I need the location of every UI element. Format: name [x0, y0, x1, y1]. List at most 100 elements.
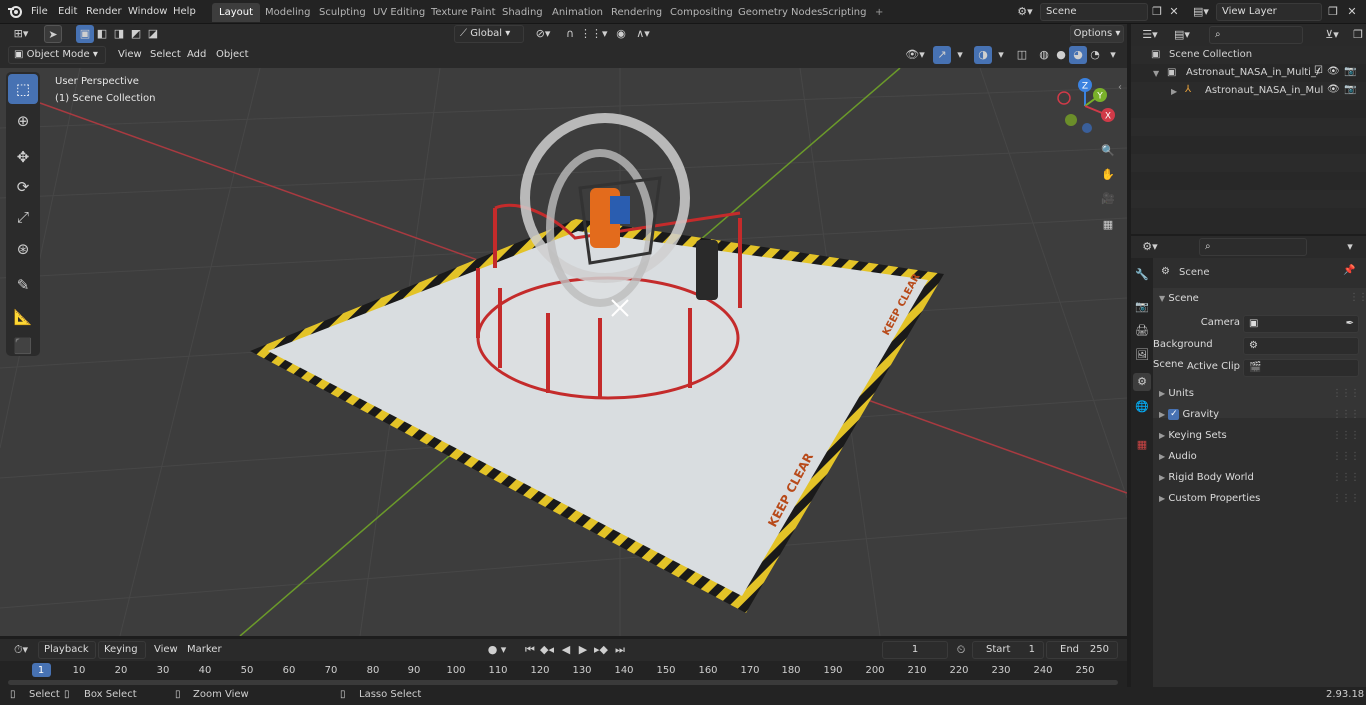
tab-layout[interactable]: Layout: [212, 3, 260, 22]
current-frame-field[interactable]: 1: [882, 641, 948, 659]
tab-texture-paint[interactable]: Texture Paint: [424, 3, 503, 22]
timeline-scrollbar[interactable]: [8, 680, 1118, 685]
outliner-editor-icon[interactable]: ☰▾: [1137, 26, 1163, 44]
tab-modeling[interactable]: Modeling: [258, 3, 318, 22]
scale-tool-icon[interactable]: ⤢: [8, 202, 38, 232]
eye-icon[interactable]: 👁: [1327, 84, 1340, 95]
pan-hand-icon[interactable]: ✋: [1099, 166, 1117, 184]
select-subtract-icon[interactable]: ◨: [110, 25, 128, 43]
solid-shading-icon[interactable]: ●: [1052, 46, 1070, 64]
expand-icon[interactable]: ▼: [1153, 69, 1159, 78]
overlay-toggle-icon[interactable]: ◑: [974, 46, 992, 64]
eyedropper-icon[interactable]: ✒: [1346, 316, 1354, 332]
menu-render[interactable]: Render: [82, 3, 126, 21]
3d-viewport[interactable]: KEEP CLEAR KEEP CLEAR User Perspective (…: [0, 68, 1127, 636]
record-icon[interactable]: ● ▾: [480, 641, 514, 659]
properties-editor-icon[interactable]: ⚙▾: [1137, 238, 1163, 256]
outliner-row-scene-collection[interactable]: ▣ Scene Collection: [1131, 46, 1366, 64]
delete-scene-icon[interactable]: ✕: [1165, 3, 1183, 21]
wireframe-shading-icon[interactable]: ◍: [1035, 46, 1053, 64]
tab-shading[interactable]: Shading: [495, 3, 550, 22]
keying-dropdown[interactable]: Keying ▾: [98, 641, 146, 671]
expand-icon[interactable]: ▶: [1171, 87, 1177, 96]
view-layer-field[interactable]: View Layer: [1216, 3, 1322, 21]
menu-window[interactable]: Window: [124, 3, 171, 21]
rotate-tool-icon[interactable]: ⟳: [8, 172, 38, 202]
background-scene-field[interactable]: ⚙: [1243, 337, 1359, 355]
start-frame-field[interactable]: Start 1: [972, 641, 1044, 659]
perspective-toggle-icon[interactable]: ▦: [1099, 216, 1117, 234]
outliner-row-collection[interactable]: ▼ ▣ Astronaut_NASA_in_Multi_Axi ☑ 👁 📷: [1131, 64, 1366, 82]
cursor-tool-icon[interactable]: ⊕: [8, 106, 38, 136]
view-layer-tab-icon[interactable]: 🖼: [1133, 346, 1151, 364]
select-extend-icon[interactable]: ◧: [93, 25, 111, 43]
camera-view-icon[interactable]: 🎥: [1099, 190, 1117, 208]
pin-icon[interactable]: 📌: [1343, 265, 1355, 276]
xray-icon[interactable]: ◫: [1013, 46, 1031, 64]
delete-view-layer-icon[interactable]: ✕: [1343, 3, 1361, 21]
play-icon[interactable]: ▶: [574, 641, 592, 659]
texture-tab-icon[interactable]: ▦: [1133, 436, 1151, 454]
properties-search-input[interactable]: ⌕: [1199, 238, 1307, 256]
properties-options-icon[interactable]: ▾: [1341, 238, 1359, 256]
outliner-row-object[interactable]: ▶ ⅄ Astronaut_NASA_in_Mult 👁 📷: [1131, 82, 1366, 100]
tab-animation[interactable]: Animation: [545, 3, 610, 22]
add-workspace-button[interactable]: +: [868, 3, 890, 22]
end-frame-field[interactable]: End 250: [1046, 641, 1118, 659]
move-tool-icon[interactable]: ✥: [8, 142, 38, 172]
timeline-menu-marker[interactable]: Marker: [183, 641, 226, 659]
falloff-icon[interactable]: ∧▾: [630, 25, 656, 43]
tab-rendering[interactable]: Rendering: [604, 3, 669, 22]
editor-type-icon[interactable]: ⊞▾: [8, 25, 34, 43]
orientation-dropdown[interactable]: ⟋ Global ▾: [454, 25, 524, 43]
visibility-icon[interactable]: 👁▾: [902, 46, 928, 64]
gizmo-dropdown-icon[interactable]: ▾: [951, 46, 969, 64]
jump-start-icon[interactable]: ⏮: [521, 641, 539, 659]
units-panel[interactable]: ▶ Units ⋮⋮⋮: [1159, 384, 1360, 404]
world-tab-icon[interactable]: 🌐: [1133, 398, 1151, 416]
tab-uv-editing[interactable]: UV Editing: [366, 3, 432, 22]
gravity-panel[interactable]: ▶ ✓ Gravity ⋮⋮⋮: [1159, 405, 1360, 425]
output-tab-icon[interactable]: 🖨: [1133, 322, 1151, 340]
drag-grip-icon[interactable]: ⋮⋮⋮: [1349, 292, 1366, 303]
play-reverse-icon[interactable]: ◀: [557, 641, 575, 659]
measure-tool-icon[interactable]: 📐: [8, 302, 38, 332]
outliner-search-input[interactable]: ⌕: [1209, 26, 1303, 44]
eye-icon[interactable]: 👁: [1327, 66, 1340, 77]
render-tab-icon[interactable]: 📷: [1133, 298, 1151, 316]
render-camera-icon[interactable]: 📷: [1344, 66, 1356, 77]
pivot-icon[interactable]: ⊘▾: [530, 25, 556, 43]
tab-compositing[interactable]: Compositing: [663, 3, 740, 22]
select-tweak-icon[interactable]: ➤: [44, 25, 62, 43]
tool-tab-icon[interactable]: 🔧: [1133, 266, 1151, 284]
proportional-edit-icon[interactable]: ◉: [612, 25, 630, 43]
new-view-layer-icon[interactable]: ❐: [1324, 3, 1342, 21]
preview-range-icon[interactable]: ⏲: [952, 641, 970, 659]
timeline-editor-icon[interactable]: ⏱▾: [8, 641, 34, 659]
snap-icon[interactable]: ∩: [561, 25, 579, 43]
menu-file[interactable]: File: [27, 3, 52, 21]
navigation-gizmo[interactable]: Z Y X: [1055, 78, 1120, 138]
new-collection-icon[interactable]: ❐: [1349, 26, 1366, 44]
render-camera-icon[interactable]: 📷: [1344, 84, 1356, 95]
scene-panel-header[interactable]: ▼ Scene: [1159, 289, 1199, 309]
exclude-checkbox-icon[interactable]: ☑: [1314, 65, 1323, 76]
active-clip-field[interactable]: 🎬: [1243, 359, 1359, 377]
prev-keyframe-icon[interactable]: ◆◂: [538, 641, 556, 659]
rigid-body-world-panel[interactable]: ▶ Rigid Body World ⋮⋮⋮: [1159, 468, 1360, 488]
blender-logo-icon[interactable]: [6, 3, 24, 21]
material-shading-icon[interactable]: ◕: [1069, 46, 1087, 64]
menu-object[interactable]: Object: [212, 46, 253, 64]
menu-help[interactable]: Help: [169, 3, 200, 21]
gravity-checkbox[interactable]: ✓: [1168, 408, 1180, 420]
sidebar-toggle-icon[interactable]: ‹: [1118, 82, 1122, 93]
shading-dropdown-icon[interactable]: ▾: [1104, 46, 1122, 64]
select-box-tool-icon[interactable]: ⬚: [8, 74, 38, 104]
menu-edit[interactable]: Edit: [54, 3, 81, 21]
camera-field[interactable]: ▣ ✒: [1243, 315, 1359, 333]
menu-add[interactable]: Add: [183, 46, 210, 64]
jump-end-icon[interactable]: ⏭: [611, 641, 629, 659]
transform-tool-icon[interactable]: ⊛: [8, 234, 38, 264]
gizmo-toggle-icon[interactable]: ↗: [933, 46, 951, 64]
select-intersect-icon[interactable]: ◪: [144, 25, 162, 43]
